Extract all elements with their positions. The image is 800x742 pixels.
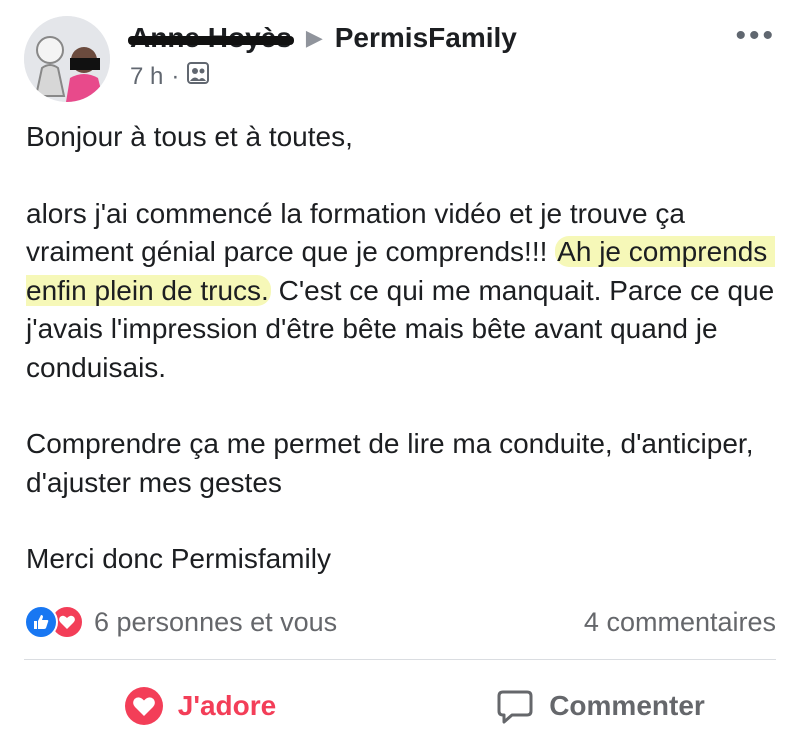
post-meta: 7 h · xyxy=(130,62,210,91)
more-horizontal-icon[interactable]: ••• xyxy=(735,21,776,51)
avatar[interactable] xyxy=(24,16,110,102)
group-audience-icon xyxy=(187,62,210,91)
post-paragraph: Merci donc Permisfamily xyxy=(26,543,331,574)
reaction-count[interactable]: 6 personnes et vous xyxy=(94,607,337,638)
comment-button[interactable]: Commenter xyxy=(400,670,800,742)
reactions-bar: 6 personnes et vous 4 commentaires xyxy=(24,602,776,642)
comment-icon xyxy=(497,690,533,724)
divider xyxy=(24,659,776,660)
avatar-image xyxy=(24,16,110,102)
post-paragraph: Comprendre ça me permet de lire ma condu… xyxy=(26,428,762,498)
author-name[interactable]: Anne Hoyès xyxy=(128,22,294,54)
comment-button-label: Commenter xyxy=(549,690,705,721)
post-header: Anne Hoyès ▶ PermisFamily 7 h · ••• xyxy=(0,0,800,110)
like-reaction-icon[interactable] xyxy=(24,605,58,639)
post-time[interactable]: 7 h xyxy=(130,63,163,91)
post-paragraph: Bonjour à tous et à toutes, xyxy=(26,121,353,152)
triangle-right-icon: ▶ xyxy=(305,25,323,50)
post-author-line: Anne Hoyès ▶ PermisFamily xyxy=(128,22,517,54)
comment-count[interactable]: 4 commentaires xyxy=(584,607,776,638)
meta-separator: · xyxy=(171,62,180,90)
action-bar: J'adore Commenter xyxy=(0,670,800,742)
love-button[interactable]: J'adore xyxy=(0,670,400,742)
group-name[interactable]: PermisFamily xyxy=(335,22,517,54)
post-body: Bonjour à tous et à toutes, alors j'ai c… xyxy=(26,118,786,579)
love-button-label: J'adore xyxy=(177,690,277,721)
heart-icon xyxy=(124,687,163,725)
post-paragraph: alors j'ai commencé la formation vidéo e… xyxy=(26,195,786,388)
